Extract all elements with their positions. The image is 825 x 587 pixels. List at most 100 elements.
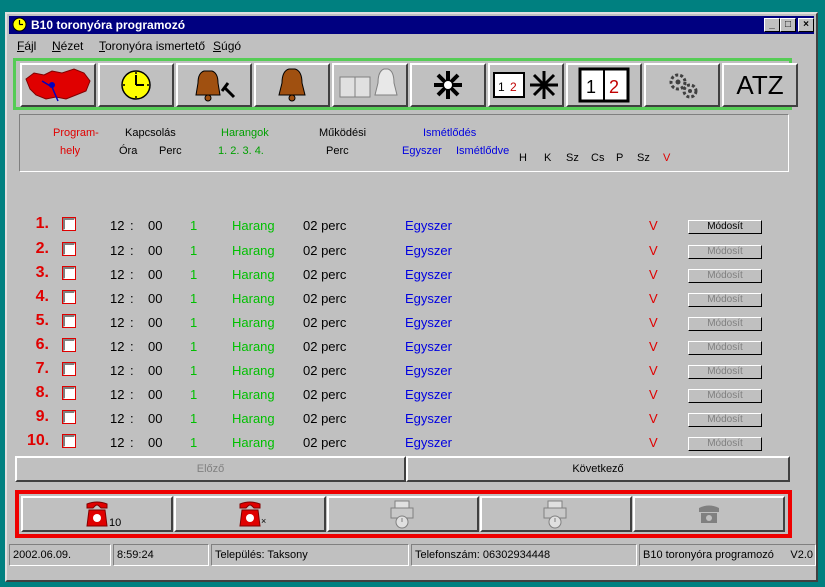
row-duration: 02 perc — [303, 315, 347, 330]
header-day-sz: Sz — [566, 152, 579, 164]
row-separator: : — [130, 315, 134, 330]
row-number: 5. — [35, 312, 49, 329]
modify-button[interactable]: Módosít — [688, 269, 762, 283]
tool-calendar-button[interactable]: 1 2 — [566, 63, 642, 107]
row-repeat: Egyszer — [405, 339, 452, 354]
header-kapcsolas: Kapcsolás — [125, 127, 176, 139]
row-repeat: Egyszer — [405, 291, 452, 306]
row-checkbox[interactable] — [62, 242, 76, 256]
row-number: 6. — [35, 336, 49, 353]
modify-button[interactable]: Módosít — [688, 317, 762, 331]
printer-clock-2-icon — [543, 500, 567, 529]
row-duration: 02 perc — [303, 243, 347, 258]
row-bell-name: Harang — [232, 363, 275, 378]
menu-toronyora-ismerteto[interactable]: Toronyóra ismertető — [99, 39, 205, 53]
modify-button[interactable]: Módosít — [688, 245, 762, 259]
print-clock-button[interactable] — [327, 496, 479, 532]
tool-settings-button[interactable] — [644, 63, 720, 107]
modify-button[interactable]: Módosít — [688, 293, 762, 307]
hangup-button[interactable]: × — [174, 496, 326, 532]
row-checkbox[interactable] — [62, 290, 76, 304]
title-bar[interactable]: B10 toronyóra programozó _ □ × — [9, 16, 814, 34]
row-checkbox[interactable] — [62, 266, 76, 280]
row-separator: : — [130, 363, 134, 378]
row-duration: 02 perc — [303, 267, 347, 282]
tool-map-button[interactable] — [20, 63, 96, 107]
row-minute: 00 — [148, 339, 163, 354]
tool-book-bell-button[interactable] — [332, 63, 408, 107]
tool-calendar-snowflake-button[interactable]: 1 2 — [488, 63, 564, 107]
phone-hangup-icon: × — [239, 501, 266, 527]
modify-button[interactable]: Módosít — [688, 341, 762, 355]
row-bell-number: 1 — [190, 315, 198, 330]
row-repeat: Egyszer — [405, 387, 452, 402]
row-day-v: V — [649, 339, 658, 354]
row-checkbox[interactable] — [62, 338, 76, 352]
modify-button[interactable]: Módosít — [688, 365, 762, 379]
modify-button[interactable]: Módosít — [688, 413, 762, 427]
modify-button[interactable]: Módosít — [688, 220, 762, 234]
header-ismetlodve: Ismétlődve — [456, 145, 510, 157]
close-button[interactable]: × — [798, 18, 814, 32]
row-hour: 12 — [110, 339, 125, 354]
menu-nezet[interactable]: Nézet — [52, 39, 83, 53]
tool-bell-hammer-button[interactable] — [176, 63, 252, 107]
row-minute: 00 — [148, 291, 163, 306]
tool-bell-button[interactable] — [254, 63, 330, 107]
row-minute: 00 — [148, 218, 163, 233]
header-harang-nums: 1. 2. 3. 4. — [218, 145, 264, 157]
tool-atz-button[interactable]: ATZ — [722, 63, 798, 107]
row-number: 1. — [35, 215, 49, 232]
printer-clock-icon — [390, 500, 414, 529]
row-duration: 02 perc — [303, 411, 347, 426]
row-minute: 00 — [148, 315, 163, 330]
header-ismetlodes: Ismétlődés — [423, 127, 477, 139]
svg-text:×: × — [261, 516, 266, 526]
row-day-v: V — [649, 267, 658, 282]
row-number: 9. — [35, 408, 49, 425]
row-checkbox[interactable] — [62, 386, 76, 400]
row-day-v: V — [649, 218, 658, 233]
row-hour: 12 — [110, 435, 125, 450]
row-repeat: Egyszer — [405, 315, 452, 330]
row-number: 2. — [35, 240, 49, 257]
minimize-button[interactable]: _ — [764, 18, 780, 32]
next-button[interactable]: Következő — [406, 456, 790, 482]
row-bell-number: 1 — [190, 267, 198, 282]
tool-clock-button[interactable] — [98, 63, 174, 107]
row-hour: 12 — [110, 267, 125, 282]
header-day-v: V — [663, 152, 671, 164]
maximize-button[interactable]: □ — [780, 18, 796, 32]
row-bell-number: 1 — [190, 363, 198, 378]
row-day-v: V — [649, 243, 658, 258]
row-checkbox[interactable] — [62, 434, 76, 448]
row-duration: 02 perc — [303, 339, 347, 354]
dial-10-button[interactable]: 10 — [21, 496, 173, 532]
row-checkbox[interactable] — [62, 217, 76, 231]
row-number: 7. — [35, 360, 49, 377]
row-hour: 12 — [110, 218, 125, 233]
row-day-v: V — [649, 363, 658, 378]
modify-button[interactable]: Módosít — [688, 437, 762, 451]
row-day-v: V — [649, 291, 658, 306]
row-checkbox[interactable] — [62, 410, 76, 424]
row-checkbox[interactable] — [62, 362, 76, 376]
menu-fajl[interactable]: Fájl — [17, 39, 36, 53]
prev-button[interactable]: Előző — [15, 456, 406, 482]
atz-icon: ATZ — [736, 70, 783, 100]
print-clock-2-button[interactable] — [480, 496, 632, 532]
status-town: Település: Taksony — [211, 544, 409, 566]
phone-dial-10-icon: 10 — [86, 501, 121, 529]
tool-snowflake-button[interactable] — [410, 63, 486, 107]
row-bell-name: Harang — [232, 435, 275, 450]
modify-button[interactable]: Módosít — [688, 389, 762, 403]
svg-text:ATZ: ATZ — [736, 70, 783, 100]
column-header-panel: Program- hely Kapcsolás Óra Perc Harango… — [19, 114, 789, 172]
book-bell-icon — [339, 68, 398, 98]
phone-button[interactable] — [633, 496, 785, 532]
header-day-cs: Cs — [591, 152, 605, 164]
row-hour: 12 — [110, 387, 125, 402]
menu-sugo[interactable]: Súgó — [213, 39, 241, 53]
row-hour: 12 — [110, 291, 125, 306]
row-checkbox[interactable] — [62, 314, 76, 328]
